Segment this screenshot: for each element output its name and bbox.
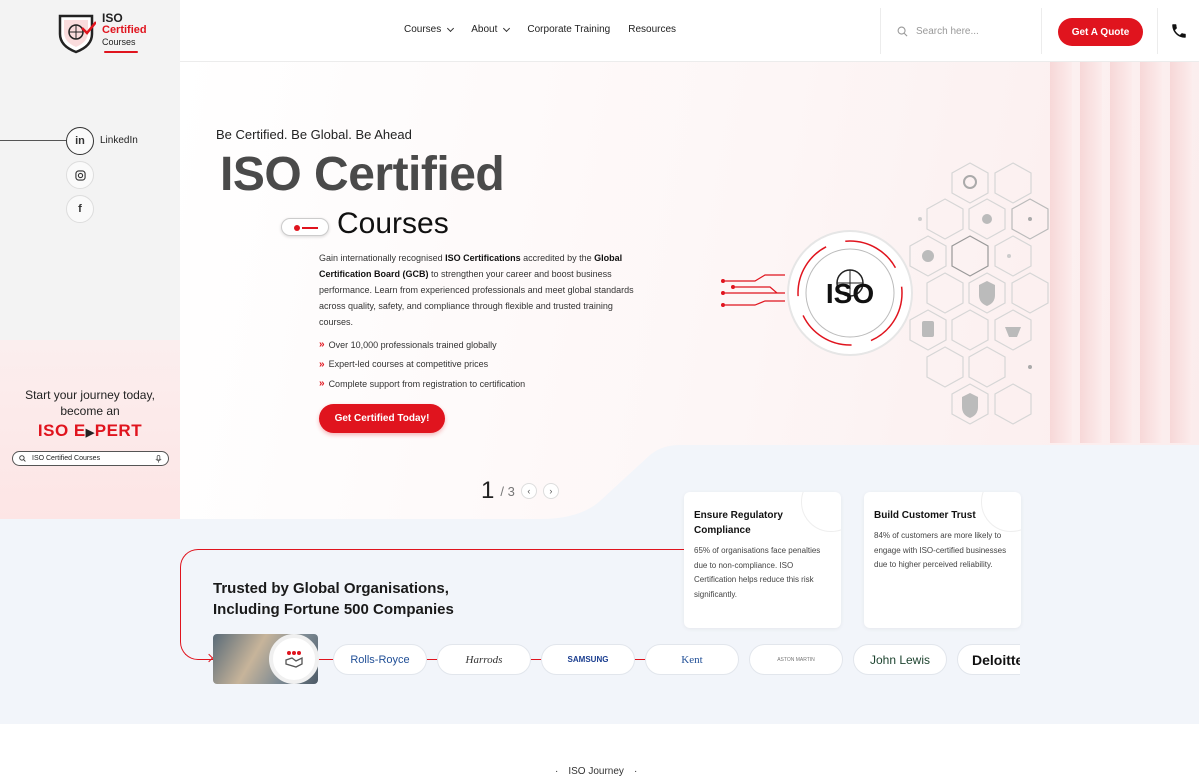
nav-courses-label: Courses: [404, 24, 442, 35]
promo-line1: Start your journey today,: [25, 388, 155, 402]
bullet-text: Expert-led courses at competitive prices: [328, 359, 489, 370]
logo-kent: Kent: [645, 644, 739, 675]
header-search: [880, 8, 1042, 54]
logo[interactable]: ISO Certified Courses: [0, 0, 180, 62]
decorative-toggle: [281, 218, 329, 236]
iso-badge-text: ISO: [826, 278, 874, 309]
search-icon: [19, 455, 26, 462]
main-nav: Courses About Corporate Training Resourc…: [404, 24, 676, 35]
bullet-item: » Over 10,000 professionals trained globa…: [319, 335, 525, 355]
nav-courses[interactable]: Courses: [404, 24, 455, 35]
nav-about[interactable]: About: [471, 24, 511, 35]
team-badge-icon: [269, 634, 319, 684]
get-certified-button[interactable]: Get Certified Today!: [319, 404, 445, 433]
hero-bullets: » Over 10,000 professionals trained globa…: [319, 335, 525, 394]
double-chevron-icon: »: [319, 378, 325, 390]
logo-text: ISO Certified Courses: [102, 12, 147, 48]
toggle-bar: [302, 227, 318, 229]
bullet-item: » Expert-led courses at competitive price…: [319, 355, 525, 375]
trusted-line1: Trusted by Global Organisations,: [213, 580, 449, 597]
handshake-icon: [285, 651, 303, 668]
iso-journey-label: ISO Journey: [568, 766, 624, 776]
chevron-down-icon: [503, 24, 511, 32]
chevron-left-icon[interactable]: ‹: [520, 483, 537, 499]
promo-expert: ISO E▶PERT: [0, 421, 180, 441]
linkedin-label[interactable]: LinkedIn: [100, 135, 138, 146]
hero-description: Gain internationally recognised ISO Cert…: [319, 250, 639, 330]
hero-subtitle: Courses: [337, 207, 449, 240]
desc-part1: Gain internationally recognised: [319, 253, 446, 263]
team-photo: [213, 634, 319, 684]
promo-line2: become an: [60, 404, 120, 418]
desc-bold1: ISO Certifications: [445, 253, 521, 263]
logo-line1: ISO: [102, 11, 123, 25]
stat-card-text: 84% of customers are more likely to enga…: [874, 531, 1007, 569]
logo-deloitte: Deloitte: [957, 644, 1020, 675]
trusted-line2: Including Fortune 500 Companies: [213, 601, 454, 618]
get-a-quote-button[interactable]: Get A Quote: [1058, 18, 1143, 46]
logo-john-lewis: John Lewis: [853, 644, 947, 675]
logo-shield-icon: [58, 14, 96, 54]
hero-pager: 1 / 3 ‹ ›: [481, 477, 559, 505]
linkedin-icon[interactable]: in: [66, 127, 94, 155]
search-input[interactable]: [916, 25, 1026, 37]
dot-icon: ·: [555, 766, 559, 776]
logo-rolls-royce: Rolls-Royce: [333, 644, 427, 675]
pager-total: / 3: [500, 483, 515, 499]
nav-corporate-training-label: Corporate Training: [527, 24, 611, 35]
nav-resources[interactable]: Resources: [628, 24, 676, 35]
stat-card: Build Customer Trust 84% of customers ar…: [864, 492, 1021, 628]
logo-harrods: Harrods: [437, 644, 531, 675]
nav-corporate-training[interactable]: Corporate Training: [527, 24, 610, 35]
toggle-dot: [294, 225, 300, 231]
trusted-heading: Trusted by Global Organisations, Includi…: [213, 578, 454, 620]
iso-journey-heading: · ISO Journey ·: [555, 766, 637, 776]
bullet-item: » Complete support from registration to c…: [319, 374, 525, 394]
logo-aston-martin: ASTON MARTIN: [749, 644, 843, 675]
logo-line3: Courses: [102, 37, 136, 47]
instagram-glyph: [74, 169, 86, 181]
card-decoration: [981, 492, 1021, 532]
phone-icon: [1171, 24, 1186, 38]
promo-search-text: ISO Certified Courses: [32, 455, 101, 462]
site-header: ISO Certified Courses Courses About Corp…: [0, 0, 1199, 62]
logo-underline: [104, 51, 138, 53]
pager-current: 1: [481, 477, 495, 504]
search-icon: [897, 26, 908, 36]
promo-expert-tail: PERT: [94, 421, 143, 440]
facebook-icon[interactable]: f: [66, 195, 94, 223]
social-divider: [0, 140, 66, 141]
desc-part2: accredited by the: [520, 253, 595, 263]
iso-hexagon-graphic: ISO: [721, 162, 1049, 425]
double-chevron-icon: »: [319, 339, 325, 351]
client-logo-strip: Rolls-Royce Harrods SAMSUNG Kent ASTON M…: [213, 634, 1020, 684]
promo-search-field[interactable]: ISO Certified Courses: [12, 451, 169, 466]
chevron-right-icon[interactable]: ›: [542, 483, 559, 499]
logo-line2: Certified: [102, 24, 147, 36]
logo-samsung: SAMSUNG: [541, 644, 635, 675]
dot-icon: ·: [633, 766, 638, 776]
chevron-down-icon: [447, 24, 455, 32]
nav-resources-label: Resources: [628, 24, 677, 35]
cursor-icon: ▶: [85, 427, 95, 439]
hero-title: ISO Certified: [220, 148, 505, 201]
bullet-text: Over 10,000 professionals trained global…: [328, 339, 497, 350]
promo-expert-head: ISO E: [37, 421, 86, 440]
stat-card-text: 65% of organisations face penalties due …: [694, 546, 821, 599]
microphone-icon[interactable]: [155, 454, 162, 463]
phone-button[interactable]: [1157, 8, 1199, 54]
stat-card: Ensure Regulatory Compliance 65% of orga…: [684, 492, 841, 628]
nav-about-label: About: [471, 24, 498, 35]
bullet-text: Complete support from registration to ce…: [328, 378, 526, 389]
decorative-stripes: [1050, 62, 1199, 443]
hero-tagline: Be Certified. Be Global. Be Ahead: [216, 127, 412, 142]
promo-text: Start your journey today, become an: [0, 387, 180, 419]
instagram-icon[interactable]: [66, 161, 94, 189]
double-chevron-icon: »: [319, 358, 325, 370]
